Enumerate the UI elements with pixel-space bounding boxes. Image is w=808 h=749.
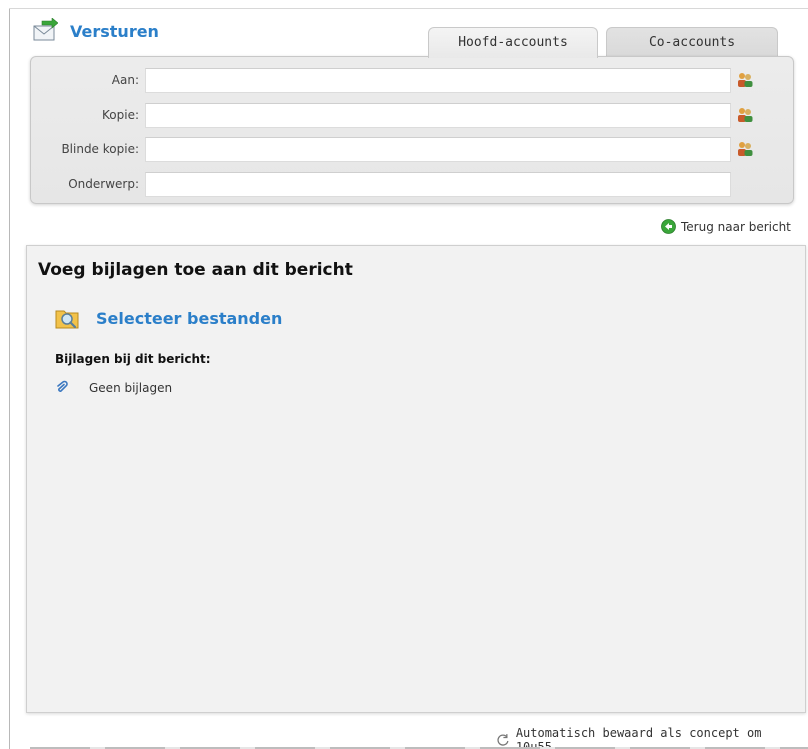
folder-search-icon	[55, 310, 79, 329]
back-to-message-label: Terug naar bericht	[681, 219, 791, 234]
paperclip-icon	[57, 380, 68, 392]
attachments-panel: Voeg bijlagen toe aan dit bericht Select…	[26, 245, 806, 713]
subject-row: Onderwerp:	[31, 172, 793, 198]
tab-hoofd-accounts[interactable]: Hoofd-accounts	[428, 27, 598, 58]
autosave-text: Automatisch bewaard als concept om 10u55…	[515, 726, 762, 749]
to-row: Aan:	[31, 68, 793, 94]
no-attachments-text: Geen bijlagen	[89, 381, 173, 395]
subject-label: Onderwerp:	[68, 177, 139, 191]
window-frame-top	[9, 8, 808, 9]
green-back-arrow-icon	[661, 219, 676, 234]
tab-co-accounts[interactable]: Co-accounts	[606, 27, 778, 57]
address-book-icon[interactable]	[736, 72, 754, 88]
back-to-message-link[interactable]: Terug naar bericht	[661, 219, 791, 234]
envelope-send-icon	[33, 18, 58, 41]
autosave-status: Automatisch bewaard als concept om 10u55…	[496, 726, 808, 749]
refresh-icon	[497, 734, 509, 746]
cc-field[interactable]	[145, 103, 731, 128]
attachments-list-heading: Bijlagen bij dit bericht:	[55, 352, 211, 366]
send-button[interactable]: Versturen	[32, 18, 159, 44]
address-book-icon[interactable]	[736, 107, 754, 123]
cc-row: Kopie:	[31, 103, 793, 129]
window-frame-left	[9, 8, 10, 749]
address-book-icon[interactable]	[736, 141, 754, 157]
attachments-title: Voeg bijlagen toe aan dit bericht	[38, 260, 353, 280]
to-label: Aan:	[111, 73, 139, 87]
select-files-button[interactable]: Selecteer bestanden	[54, 304, 282, 332]
select-files-label: Selecteer bestanden	[96, 308, 283, 328]
subject-field[interactable]	[145, 172, 731, 197]
bcc-field[interactable]	[145, 137, 731, 162]
bcc-row: Blinde kopie:	[31, 137, 793, 163]
bcc-label: Blinde kopie:	[61, 142, 139, 156]
list-item: Geen bijlagen	[55, 380, 172, 396]
cc-label: Kopie:	[102, 108, 139, 122]
recipients-panel: Aan: Kopie: Blinde kopie: Onderwerp:	[30, 56, 794, 204]
to-field[interactable]	[145, 68, 731, 93]
send-label: Versturen	[70, 21, 159, 41]
